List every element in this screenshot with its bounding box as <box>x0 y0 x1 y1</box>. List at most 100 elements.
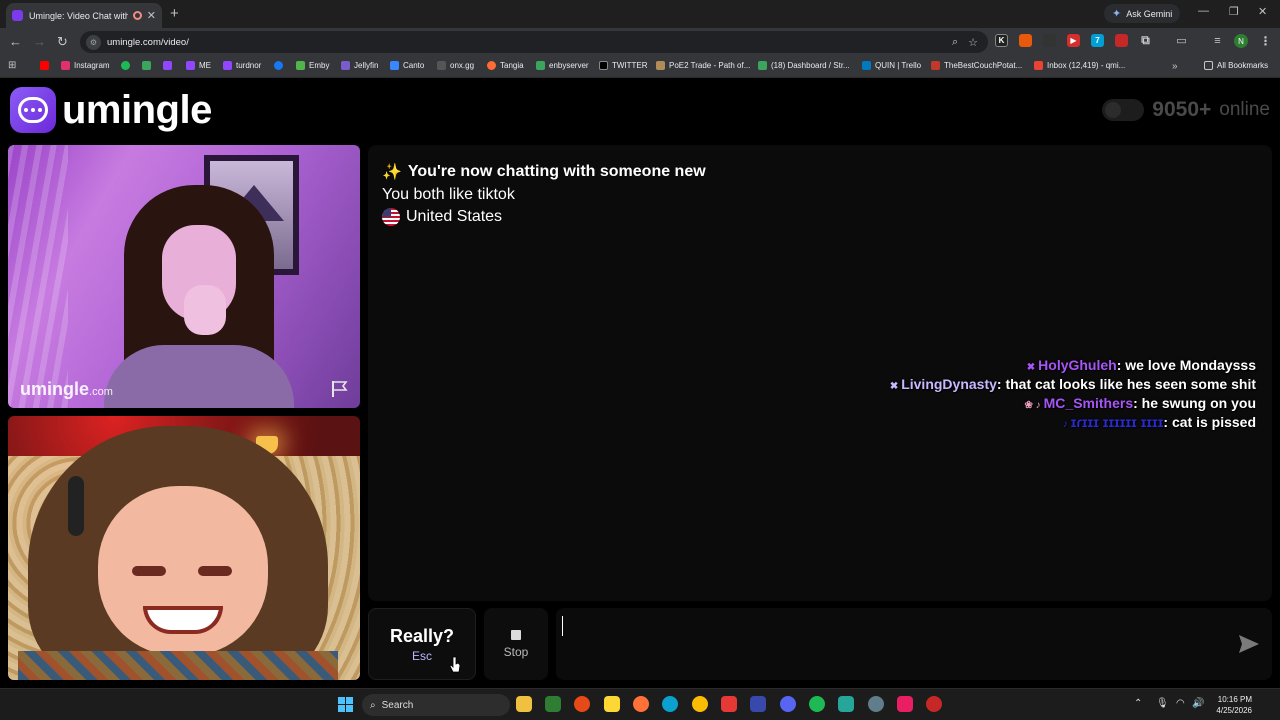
browser-tab-strip: Umingle: Video Chat with S ✕ + ✦ Ask Gem… <box>0 0 1280 28</box>
extension-youtube-icon[interactable]: ▶ <box>1067 34 1080 47</box>
bookmarks-overflow-icon[interactable]: » <box>1172 61 1178 72</box>
overlay-chat-line: ✖ HolyGhuleh: we love Mondaysss <box>1026 357 1256 373</box>
bookmark-item[interactable]: turdnor <box>223 61 261 70</box>
bookmark-item[interactable]: (18) Dashboard / Str... <box>758 61 850 70</box>
bookmark-item[interactable] <box>274 61 283 70</box>
minimize-window-icon[interactable]: — <box>1198 5 1209 17</box>
stream-chat-overlay: ✖ HolyGhuleh: we love Mondaysss ✖ LivingDy… <box>890 357 1256 433</box>
chat-panel: ✨ You're now chatting with someone new Y… <box>368 145 1272 601</box>
bookmark-item[interactable]: TheBestCouchPotat... <box>931 61 1022 70</box>
extension-ladybug-icon[interactable] <box>1043 34 1056 47</box>
media-controls-icon[interactable]: ≡ <box>1211 34 1224 47</box>
edge-icon[interactable] <box>662 696 678 712</box>
ask-gemini-button[interactable]: ✦ Ask Gemini <box>1104 4 1181 23</box>
bookmark-item[interactable]: Tangia <box>487 61 524 70</box>
clock-date: 4/25/2026 <box>1216 706 1252 715</box>
wifi-icon[interactable]: ◠ <box>1176 698 1185 709</box>
chrome-icon[interactable] <box>692 696 708 712</box>
bookmark-item[interactable]: Canto <box>390 61 424 70</box>
address-bar[interactable]: ⚙ umingle.com/video/ ⌕ ☆ <box>80 31 988 53</box>
file-explorer-icon[interactable] <box>516 696 532 712</box>
video-watermark: umingle.com <box>20 379 113 399</box>
bookmark-label: Canto <box>403 61 425 70</box>
twitch-icon <box>163 61 172 70</box>
back-arrow-icon[interactable]: ← <box>9 34 22 49</box>
overlay-chat-line: ♪ ɪɾɪɪɪ ɪɪɪɪɪɪ ɪɪɪɪ: cat is pissed <box>1062 414 1256 430</box>
volume-icon[interactable]: 🔊 <box>1192 698 1204 709</box>
youtube-icon <box>40 61 49 70</box>
recorder-icon[interactable] <box>721 696 737 712</box>
browser-tab-umingle[interactable]: Umingle: Video Chat with S ✕ <box>6 3 162 28</box>
bookmark-item[interactable]: Instagram <box>61 61 110 70</box>
bookmark-item[interactable]: onx.gg <box>437 61 474 70</box>
stop-button[interactable]: Stop <box>484 608 548 680</box>
forward-arrow-icon[interactable]: → <box>33 34 46 49</box>
bookmark-label: Instagram <box>74 61 110 70</box>
site-info-icon[interactable]: ⚙ <box>86 34 101 50</box>
all-bookmarks-button[interactable]: All Bookmarks <box>1204 61 1268 70</box>
firefox-icon[interactable] <box>633 696 649 712</box>
bookmark-label: PoE2 Trade - Path of... <box>669 61 751 70</box>
close-window-icon[interactable]: ✕ <box>1258 5 1267 18</box>
extension-fox-icon[interactable] <box>1019 34 1032 47</box>
spotify-icon[interactable] <box>809 696 825 712</box>
chrome-menu-icon[interactable]: ⋮ <box>1259 34 1272 48</box>
url-text[interactable]: umingle.com/video/ <box>107 37 952 48</box>
report-flag-icon[interactable] <box>330 380 350 398</box>
restore-window-icon[interactable]: ❐ <box>1229 5 1239 18</box>
extension-k-icon[interactable]: K <box>995 34 1008 47</box>
extension-7tv-icon[interactable]: 7 <box>1091 34 1104 47</box>
bookmark-item[interactable]: enbyserver <box>536 61 589 70</box>
extension-red-icon[interactable] <box>1115 34 1128 47</box>
bookmark-label: QUIN | Trello <box>875 61 922 70</box>
folder-icon <box>1204 61 1213 70</box>
bookmark-star-icon[interactable]: ☆ <box>968 36 978 49</box>
gemini-sparkle-icon: ✦ <box>1112 8 1122 20</box>
apps-grid-icon[interactable]: ⊞ <box>8 61 18 71</box>
notepad-icon[interactable] <box>838 696 854 712</box>
close-tab-icon[interactable]: ✕ <box>147 9 156 22</box>
bookmark-item[interactable] <box>142 61 151 70</box>
discord-icon[interactable] <box>780 696 796 712</box>
bookmark-item[interactable]: QUIN | Trello <box>862 61 921 70</box>
new-tab-button[interactable]: + <box>170 5 179 22</box>
app-icon[interactable] <box>750 696 766 712</box>
bookmark-item[interactable]: ME <box>186 61 211 70</box>
bookmark-item[interactable]: Jellyfin <box>341 61 378 70</box>
windows-taskbar: ⌕ Search ⌃ 🎙 ◠ 🔊 10:16 PM 4/25/2026 <box>0 688 1280 720</box>
bookmark-item[interactable] <box>121 61 130 70</box>
send-icon[interactable] <box>1238 634 1260 654</box>
microphone-icon[interactable]: 🎙 <box>1156 698 1169 709</box>
app-icon[interactable] <box>574 696 590 712</box>
media-player-icon[interactable] <box>545 696 561 712</box>
overlay-chat-line: ✖ LivingDynasty: that cat looks like hes … <box>889 376 1256 392</box>
bookmark-item[interactable]: TWITTER <box>599 61 648 70</box>
tiktok-icon[interactable] <box>897 696 913 712</box>
extensions-puzzle-icon[interactable]: ⧉ <box>1139 33 1152 47</box>
stop-label: Stop <box>503 644 529 659</box>
system-clock[interactable]: 10:16 PM 4/25/2026 <box>1208 694 1252 716</box>
online-counter: 9050+ online <box>1102 98 1270 122</box>
windows-start-icon[interactable] <box>338 697 353 712</box>
taskbar-search[interactable]: ⌕ Search <box>362 694 510 716</box>
app-icon[interactable] <box>926 696 942 712</box>
side-panel-icon[interactable]: ▭ <box>1175 34 1188 47</box>
couch-potato-icon <box>931 61 940 70</box>
bookmark-youtube[interactable] <box>40 61 49 70</box>
bookmark-item[interactable]: Inbox (12,419) - qmi... <box>1034 61 1125 70</box>
bookmark-item[interactable] <box>163 61 172 70</box>
bookmark-item[interactable]: PoE2 Trade - Path of... <box>656 61 750 70</box>
zoom-icon[interactable]: ⌕ <box>952 36 958 49</box>
umingle-logo[interactable]: umingle <box>10 87 212 133</box>
tray-overflow-icon[interactable]: ⌃ <box>1134 698 1142 709</box>
message-input[interactable] <box>556 608 1272 680</box>
profile-avatar[interactable]: N <box>1234 34 1248 48</box>
reload-icon[interactable]: ↻ <box>57 34 68 50</box>
chat-bubble-logo-icon <box>10 87 56 133</box>
obs-icon[interactable] <box>868 696 884 712</box>
sticky-notes-icon[interactable] <box>604 696 620 712</box>
theme-toggle[interactable] <box>1102 99 1145 121</box>
stop-icon <box>511 629 521 640</box>
bookmark-item[interactable]: Emby <box>296 61 329 70</box>
facebook-icon <box>274 61 283 70</box>
